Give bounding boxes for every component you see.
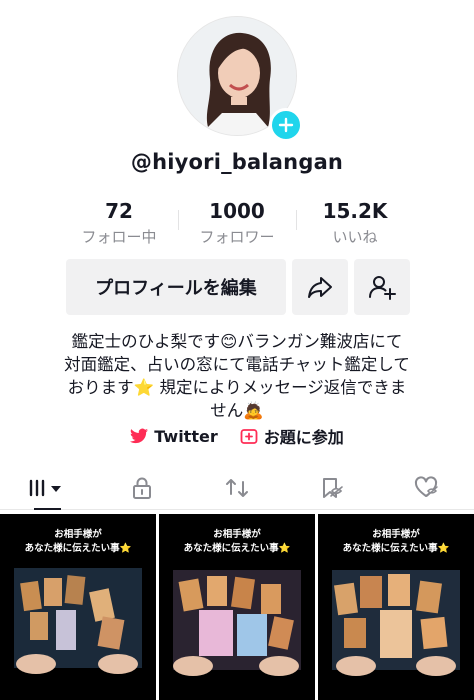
topic-link[interactable]: お題に参加 (240, 424, 344, 448)
following-count: 72 (105, 199, 133, 223)
plus-icon (278, 117, 294, 133)
profile-stats: 72 フォロー中 1000 フォロワー 15.2K いいね (60, 198, 414, 248)
stat-following[interactable]: 72 フォロー中 (60, 198, 178, 248)
profile-links: Twitter お題に参加 (0, 424, 474, 448)
video-caption-line: あなた様に伝えたい事⭐ (24, 543, 132, 554)
bookmark-hidden-icon (322, 477, 343, 498)
topic-add-icon (240, 429, 258, 444)
twitter-link-label: Twitter (154, 426, 218, 446)
edit-profile-button[interactable]: プロフィールを編集 (66, 259, 286, 315)
topic-link-label: お題に参加 (263, 428, 344, 447)
bio-line: 対面鑑定、占いの窓にて電話チャット鑑定して (64, 355, 410, 374)
stat-followers[interactable]: 1000 フォロワー (178, 198, 296, 248)
tab-liked[interactable] (379, 466, 474, 509)
video-caption-line: お相手様が (213, 529, 261, 540)
video-caption-line: あなた様に伝えたい事⭐ (342, 543, 450, 554)
add-avatar-button[interactable] (269, 108, 303, 142)
video-caption-line: お相手様が (372, 529, 420, 540)
video-caption: お相手様が あなた様に伝えたい事⭐ (0, 528, 156, 556)
video-thumbnail[interactable]: お相手様が あなた様に伝えたい事⭐ (159, 514, 315, 700)
bio-line: 鑑定士のひよ梨です😊バランガン難波店にて (71, 332, 403, 351)
twitter-icon (130, 428, 149, 444)
likes-label: いいね (332, 228, 378, 246)
followers-label: フォロワー (199, 228, 275, 246)
video-thumbnail[interactable]: お相手様が あなた様に伝えたい事⭐ (0, 514, 156, 700)
video-caption-line: お相手様が (54, 529, 102, 540)
add-friends-button[interactable] (354, 259, 410, 315)
bio-line: せん🙇 (210, 401, 264, 420)
profile-actions: プロフィールを編集 (66, 259, 410, 315)
heart-hidden-icon (414, 475, 438, 497)
tab-reposts[interactable] (190, 466, 285, 509)
lock-icon (133, 477, 152, 499)
twitter-link[interactable]: Twitter (130, 424, 218, 448)
stat-likes[interactable]: 15.2K いいね (296, 198, 414, 248)
tab-videos[interactable] (0, 466, 95, 510)
tab-private[interactable] (95, 466, 190, 509)
profile-bio: 鑑定士のひよ梨です😊バランガン難波店にて 対面鑑定、占いの窓にて電話チャット鑑定… (30, 330, 444, 422)
following-label: フォロー中 (81, 228, 157, 246)
videos-grid-icon (30, 479, 62, 496)
bio-line: おります⭐ 規定によりメッセージ返信できま (67, 378, 407, 397)
video-caption-line: あなた様に伝えたい事⭐ (183, 543, 291, 554)
video-caption: お相手様が あなた様に伝えたい事⭐ (318, 528, 474, 556)
likes-count: 15.2K (322, 199, 388, 223)
video-grid: お相手様が あなた様に伝えたい事⭐ お相手様が あなた様に伝えたい事⭐ お相手様… (0, 514, 474, 700)
video-thumbnail[interactable]: お相手様が あなた様に伝えたい事⭐ (318, 514, 474, 700)
repost-icon (225, 478, 248, 497)
followers-count: 1000 (209, 199, 265, 223)
share-profile-button[interactable] (292, 259, 348, 315)
username: @hiyori_balangan (130, 150, 344, 174)
add-user-icon (369, 276, 396, 300)
tab-favorites[interactable] (284, 466, 379, 509)
profile-avatar-container[interactable] (177, 16, 303, 142)
video-caption: お相手様が あなた様に伝えたい事⭐ (159, 528, 315, 556)
profile-tabs (0, 466, 474, 510)
share-icon (308, 277, 332, 298)
